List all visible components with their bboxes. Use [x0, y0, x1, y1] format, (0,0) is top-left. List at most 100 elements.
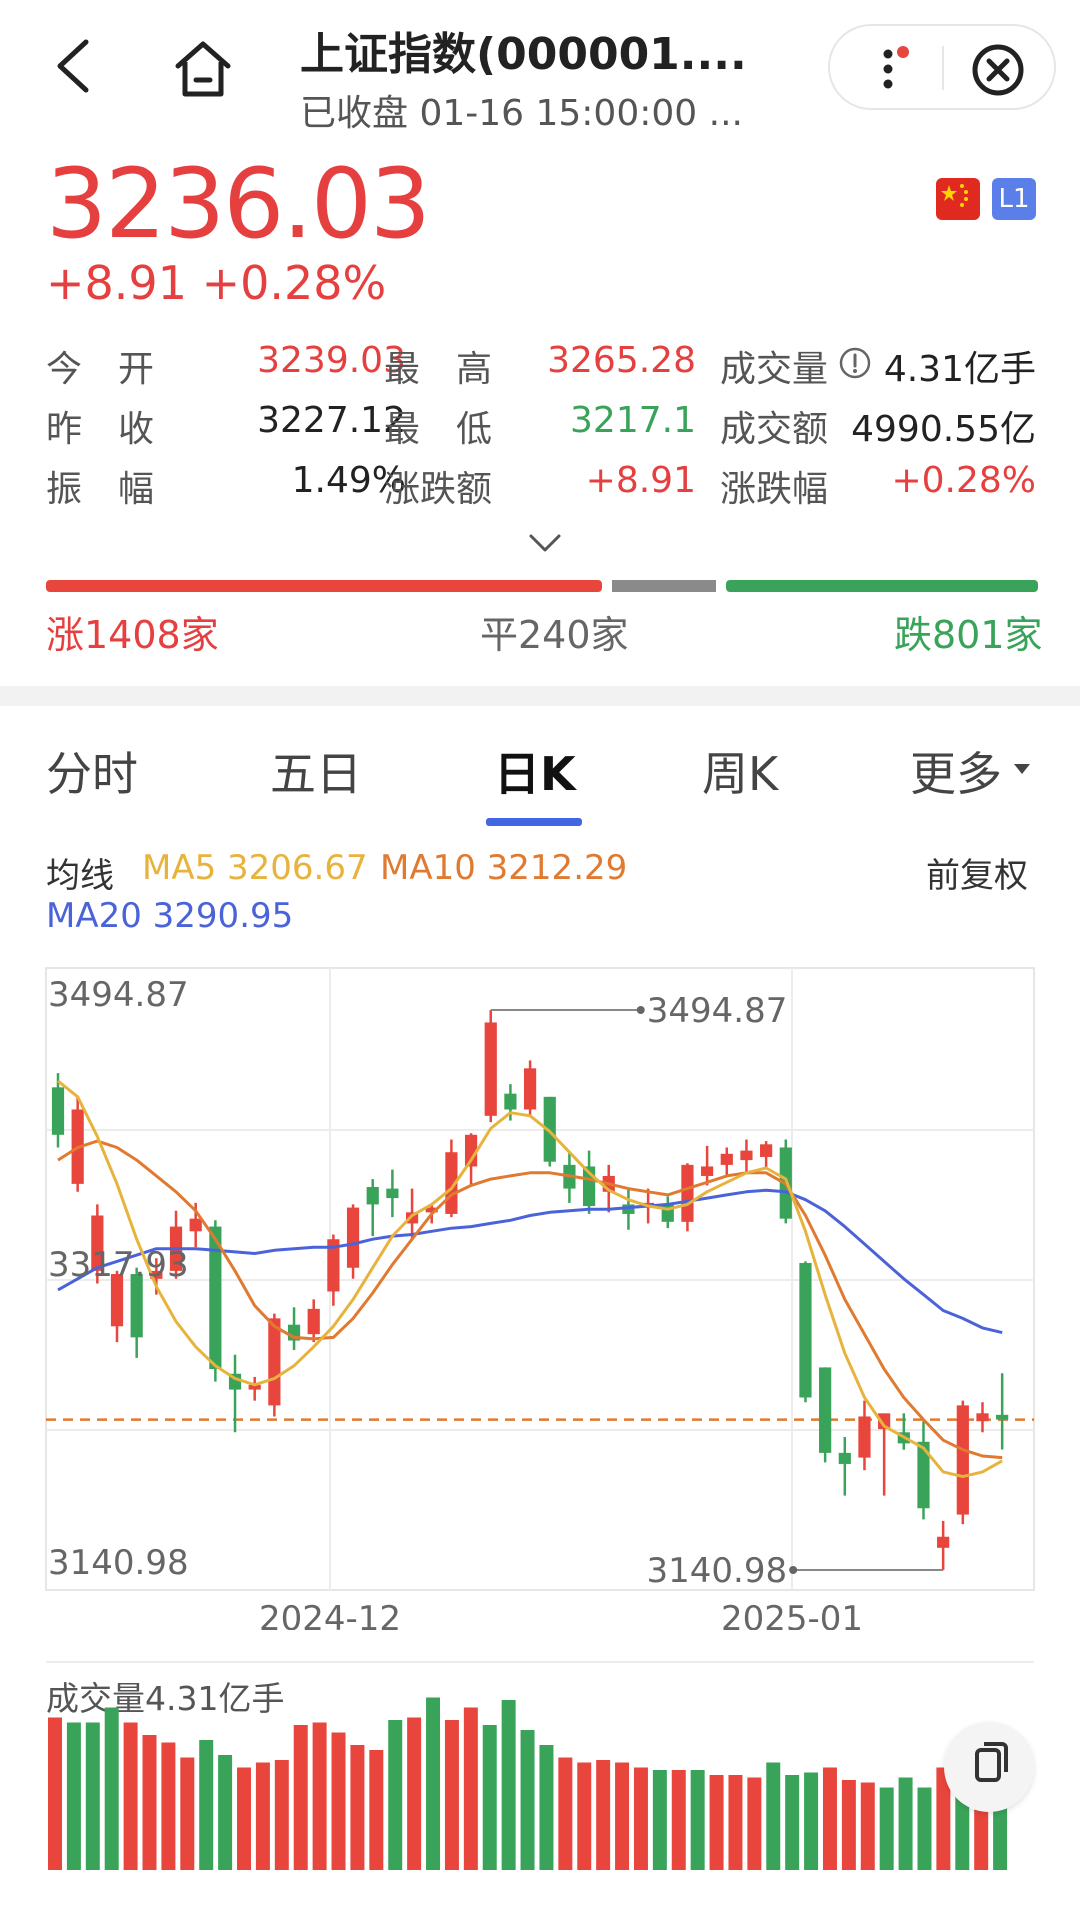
more-dots-icon[interactable] [874, 44, 914, 94]
active-tab-indicator [486, 818, 582, 826]
ma10-line [57, 1139, 1003, 1460]
volume-bar [407, 1717, 422, 1870]
mini-program-capsule [828, 24, 1056, 110]
stat-value: 4990.55亿 [851, 409, 1036, 450]
ma20-line [57, 1188, 1003, 1335]
decliners-count: 跌801家 [894, 613, 1043, 657]
stat-value: 1.49% [291, 460, 406, 501]
volume-bar [199, 1740, 214, 1870]
volume-bar [331, 1732, 346, 1870]
candle-body [838, 1452, 851, 1464]
section-divider [0, 686, 1080, 706]
china-flag-icon [936, 178, 980, 220]
volume-bar [104, 1707, 119, 1870]
min-price-label: 3140.98 [647, 1551, 788, 1591]
candle-body [504, 1093, 517, 1110]
volume-bar [444, 1720, 459, 1870]
volume-bar [312, 1722, 327, 1870]
volume-bar [577, 1762, 592, 1870]
candle-body [366, 1187, 379, 1205]
advancers-count: 涨1408家 [46, 613, 219, 657]
volume-bar [596, 1760, 611, 1870]
candle-body [346, 1207, 360, 1268]
candle-body [51, 1087, 65, 1135]
x-tick-label: 2024-12 [259, 1599, 401, 1630]
stats-row: 今 开 3239.03 最 高 3265.28 成交量 4.31亿手 [46, 340, 1036, 390]
volume-bar [255, 1762, 270, 1870]
candle-body [268, 1318, 281, 1406]
volume-bar [785, 1775, 800, 1870]
volume-bar [709, 1775, 724, 1870]
y-tick-label: 3140.98 [48, 1543, 189, 1583]
volume-bar [369, 1750, 384, 1870]
tab-daily-k[interactable]: 日K [494, 738, 576, 804]
adjust-toggle[interactable]: 前复权 [926, 848, 1028, 897]
candle-body [976, 1413, 989, 1422]
volume-bar [293, 1725, 308, 1870]
candle-body [484, 1022, 497, 1116]
stat-value: 3265.28 [547, 340, 696, 381]
volume-bar [747, 1777, 762, 1870]
stat-value: +0.28% [891, 460, 1036, 501]
candle-body [858, 1416, 871, 1458]
candle-body [681, 1164, 694, 1222]
home-icon[interactable] [170, 38, 236, 100]
close-icon[interactable] [970, 42, 1026, 98]
dropdown-caret-icon[interactable] [1012, 762, 1032, 776]
volume-bar [822, 1767, 837, 1870]
volume-bar [558, 1757, 573, 1870]
candle-body [956, 1405, 969, 1515]
tab-intraday[interactable]: 分时 [46, 738, 138, 804]
price-change: +8.91 +0.28% [46, 256, 387, 310]
tab-weekly-k[interactable]: 周K [702, 738, 778, 804]
last-price: 3236.03 [46, 148, 431, 260]
back-arrow-icon[interactable] [50, 36, 96, 96]
x-tick-label: 2025-01 [721, 1599, 863, 1630]
tab-more[interactable]: 更多 [910, 738, 1002, 804]
candle-body [189, 1218, 202, 1232]
volume-bar [804, 1772, 819, 1870]
ma5-value: MA5 3206.67 [142, 848, 368, 888]
volume-bar [48, 1717, 62, 1870]
candlestick-chart[interactable]: 3494.87 3317.93 3140.98 2024-12 2025-01 3494.… [0, 950, 1080, 1630]
stat-value: 3227.12 [257, 400, 406, 441]
volume-bar [66, 1722, 81, 1870]
candle-body [760, 1144, 773, 1157]
stat-value: 4.31亿手 [883, 349, 1036, 390]
stat-label: 涨跌幅 [720, 469, 829, 510]
stat-label: 昨 收 [46, 409, 155, 450]
volume-bar [237, 1767, 252, 1870]
volume-bar [917, 1787, 932, 1870]
volume-bar [879, 1787, 894, 1870]
y-tick-label: 3494.87 [48, 975, 189, 1015]
volume-chart[interactable] [0, 1660, 1080, 1900]
decliners-bar [726, 580, 1038, 592]
max-price-label: 3494.87 [647, 991, 788, 1031]
unchanged-count: 平240家 [480, 613, 629, 657]
volume-bar [766, 1762, 781, 1870]
stat-label: 成交量 [720, 349, 829, 390]
volume-bar [898, 1777, 913, 1870]
stat-label: 成交额 [720, 409, 829, 450]
volume-bar [218, 1755, 233, 1870]
volume-bar [180, 1757, 195, 1870]
volume-bar [728, 1775, 743, 1870]
volume-bar [860, 1782, 875, 1870]
volume-bar [501, 1700, 516, 1870]
volume-bar [615, 1762, 630, 1870]
expand-chevron-icon[interactable] [528, 532, 562, 554]
tab-five-day[interactable]: 五日 [270, 738, 362, 804]
volume-bar [482, 1725, 497, 1870]
advancers-bar [46, 580, 602, 592]
candle-body [937, 1536, 950, 1548]
volume-bar [690, 1770, 705, 1870]
min-leader-dot [789, 1566, 798, 1574]
candle-body [799, 1262, 812, 1398]
market-status: 已收盘 01-16 15:00:00 ... [300, 93, 743, 134]
ma20-value: MA20 3290.95 [46, 896, 294, 936]
candles [51, 1010, 1009, 1570]
unchanged-bar [612, 580, 716, 592]
candle-body [523, 1068, 537, 1110]
copy-button[interactable] [944, 1722, 1034, 1812]
stat-value: 3217.1 [570, 400, 696, 441]
